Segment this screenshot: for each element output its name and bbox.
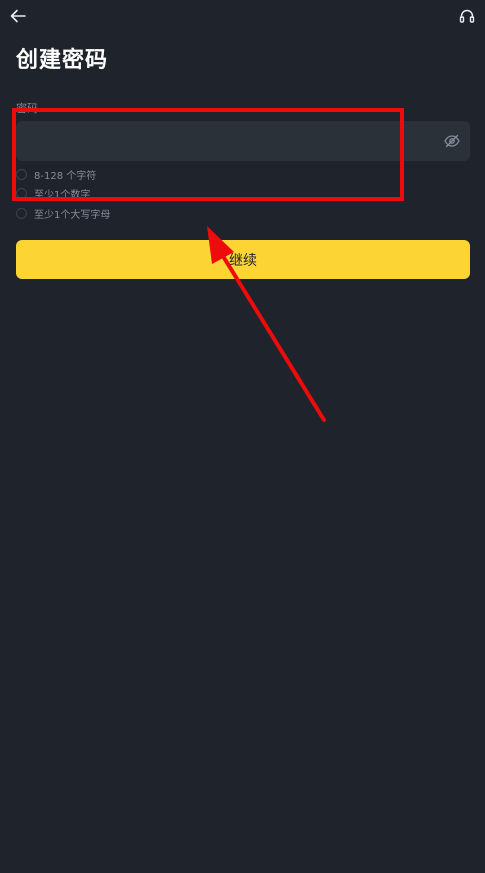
arrow-left-icon bbox=[10, 9, 26, 23]
back-button[interactable] bbox=[8, 6, 28, 26]
rule-number: 至少1个数字 bbox=[16, 186, 91, 201]
password-label: 密码 bbox=[16, 102, 38, 115]
rule-uppercase-text: 至少1个大写字母 bbox=[34, 209, 111, 221]
eye-off-icon bbox=[444, 134, 460, 148]
top-bar bbox=[0, 0, 485, 34]
check-circle-icon bbox=[16, 207, 27, 219]
rule-length-text: 8-128 个字符 bbox=[34, 170, 97, 182]
password-visibility-toggle[interactable] bbox=[442, 131, 462, 151]
rule-uppercase: 至少1个大写字母 bbox=[16, 206, 111, 221]
check-circle-icon bbox=[16, 187, 27, 199]
headset-icon bbox=[459, 9, 475, 23]
rule-length: 8-128 个字符 bbox=[16, 167, 97, 182]
continue-button[interactable]: 继续 bbox=[16, 240, 470, 279]
support-button[interactable] bbox=[457, 6, 477, 26]
password-input[interactable] bbox=[16, 121, 426, 161]
password-field[interactable] bbox=[16, 121, 470, 161]
check-circle-icon bbox=[16, 168, 27, 180]
rule-number-text: 至少1个数字 bbox=[34, 189, 91, 201]
page-title: 创建密码 bbox=[16, 48, 109, 73]
